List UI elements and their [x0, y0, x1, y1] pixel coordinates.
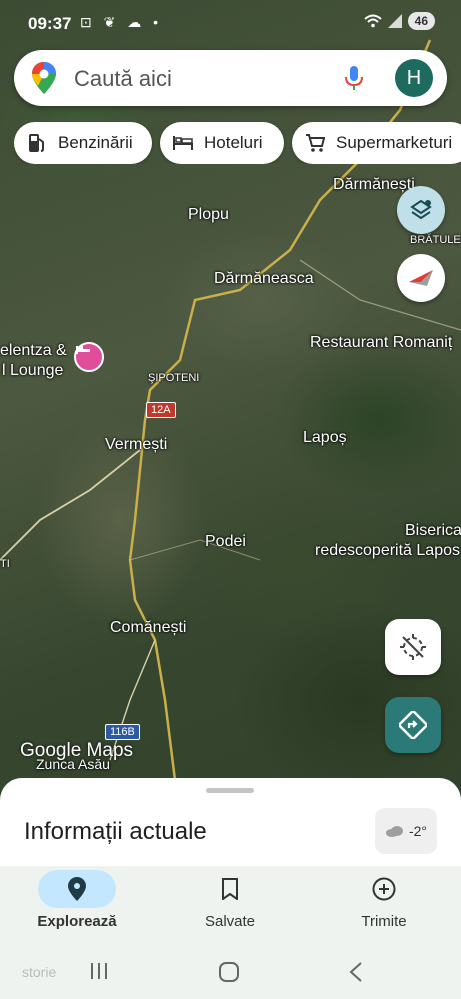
chip-label: Hoteluri: [204, 133, 263, 152]
signal-icon: [387, 14, 402, 28]
maps-pin-logo-icon: [32, 62, 56, 94]
road-sign-12a: 12A: [146, 402, 176, 418]
avatar[interactable]: H: [395, 59, 433, 97]
wifi-icon: [363, 14, 382, 28]
google-maps-logo: Google Maps: [20, 740, 134, 761]
map-label-bratule[interactable]: BRĂTULE: [410, 234, 461, 246]
compass-icon: [409, 270, 433, 286]
bottom-navigation: Explorează Salvate Trimite: [0, 866, 461, 942]
search-input[interactable]: Caută aici: [74, 66, 172, 92]
cart-icon: [304, 132, 326, 154]
add-circle-icon: [372, 877, 396, 901]
chip-hotels[interactable]: Hoteluri: [160, 122, 284, 164]
directions-icon: [399, 711, 427, 739]
compass-button[interactable]: [397, 254, 445, 302]
map-label-vermesti[interactable]: Vermești: [105, 436, 167, 454]
chip-label: Supermarketuri: [336, 133, 453, 152]
directions-button[interactable]: [385, 697, 441, 753]
nav-explore-label: Explorează: [37, 913, 117, 930]
my-location-button[interactable]: [385, 619, 441, 675]
gas-station-icon: [26, 132, 48, 154]
map-label-biserica-line1[interactable]: Biserica: [405, 522, 461, 540]
sheet-drag-handle[interactable]: [206, 788, 254, 793]
nav-explore-pill: [38, 870, 116, 908]
nav-contribute-pill: [345, 870, 423, 908]
hotel-pin-icon[interactable]: [74, 342, 104, 372]
notification-icons: ⊡ ❦ ☁ •: [80, 14, 163, 30]
bed-icon: [172, 132, 194, 154]
back-icon[interactable]: [348, 961, 364, 983]
map-label-hotel-line2[interactable]: l Lounge: [2, 362, 63, 380]
map-label-biserica-line2[interactable]: redescoperită Lapos: [315, 542, 460, 560]
chip-gas-stations[interactable]: Benzinării: [14, 122, 152, 164]
map-label-podei[interactable]: Podei: [205, 533, 246, 551]
map-label-edge: TI: [0, 558, 10, 570]
map-label-lapos[interactable]: Lapoș: [303, 429, 347, 447]
sheet-title: Informații actuale: [24, 818, 207, 845]
map-label-darmanesti[interactable]: Dărmănești: [333, 176, 415, 194]
map-label-darmaneasca[interactable]: Dărmăneasca: [214, 270, 314, 288]
status-bar: 09:37 ⊡ ❦ ☁ • 46: [0, 0, 461, 48]
map-label-comanesti[interactable]: Comănești: [110, 619, 186, 637]
map-label-restaurant[interactable]: Restaurant Romaniț: [310, 334, 452, 352]
microphone-icon[interactable]: [344, 65, 364, 91]
chip-label: Benzinării: [58, 133, 133, 152]
layers-button[interactable]: [397, 186, 445, 234]
weather-badge[interactable]: -2°: [375, 808, 437, 854]
road-sign-116b: 116B: [105, 724, 140, 740]
map-label-sipoteni[interactable]: ŞIPOTENI: [148, 372, 199, 384]
map-label-plopu[interactable]: Plopu: [188, 206, 229, 224]
nav-saved[interactable]: Salvate: [153, 866, 307, 942]
nav-explore[interactable]: Explorează: [0, 866, 154, 942]
status-right: 46: [363, 12, 435, 30]
system-navigation: storie: [0, 942, 461, 999]
home-icon[interactable]: [218, 961, 240, 983]
layers-icon: [410, 199, 432, 220]
status-time: 09:37: [28, 14, 72, 33]
battery-indicator: 46: [407, 12, 435, 30]
chip-supermarkets[interactable]: Supermarketuri: [292, 122, 461, 164]
location-pin-icon: [68, 877, 86, 901]
search-bar[interactable]: Caută aici H: [14, 50, 447, 106]
nav-contribute-label: Trimite: [361, 913, 407, 930]
system-overlay-label: storie: [22, 964, 57, 980]
weather-temperature: -2°: [408, 823, 428, 839]
nav-saved-label: Salvate: [204, 913, 256, 930]
nav-saved-pill: [191, 870, 269, 908]
map-label-hotel-line1[interactable]: elentza &: [0, 342, 67, 360]
cloud-icon: [385, 826, 403, 837]
nav-contribute[interactable]: Trimite: [307, 866, 461, 942]
recent-apps-icon[interactable]: [88, 962, 110, 980]
location-off-icon: [400, 634, 426, 660]
category-chips: Benzinării Hoteluri Supermarketuri: [14, 122, 461, 164]
bookmark-icon: [222, 878, 238, 900]
